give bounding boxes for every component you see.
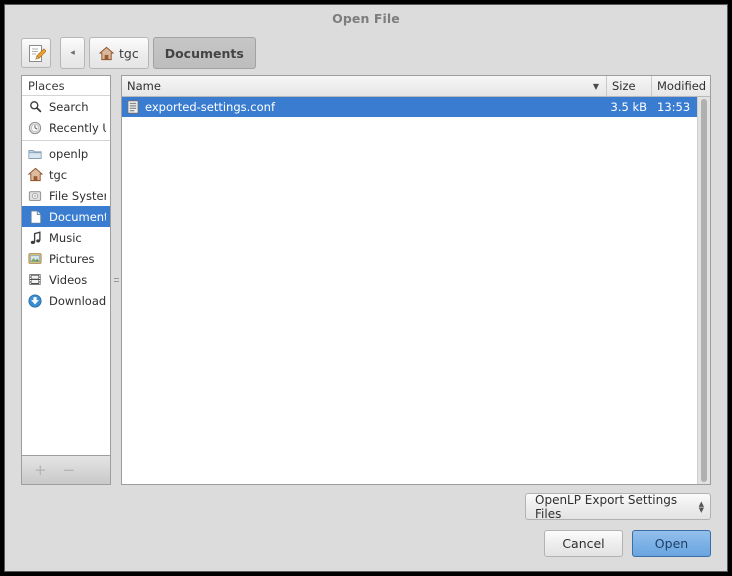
file-list-scrollbar[interactable] [697, 97, 710, 484]
type-a-file-name-button[interactable] [21, 38, 51, 68]
titlebar: Open File [5, 5, 727, 31]
file-name-cell: exported-settings.conf [122, 100, 607, 114]
add-bookmark-button[interactable]: + [34, 461, 47, 479]
column-header-label: Size [612, 79, 636, 93]
scrollbar-thumb[interactable] [701, 99, 707, 482]
sidebar-item-label: Pictures [49, 251, 95, 266]
text-file-icon [127, 100, 139, 114]
sidebar-item-recently-used[interactable]: Recently U... [22, 117, 110, 138]
sidebar-item-music[interactable]: Music [22, 227, 110, 248]
dialog-footer: OpenLP Export Settings Files ▲ ▼ Cancel … [5, 485, 727, 571]
home-icon [99, 46, 114, 61]
column-header-name[interactable]: Name ▼ [122, 76, 607, 96]
sidebar-separator [22, 140, 110, 141]
column-header-label: Modified [657, 79, 707, 93]
splitter-grip-icon [113, 276, 119, 284]
home-icon [27, 167, 43, 183]
places-header: Places [22, 76, 110, 96]
sidebar-item-openlp[interactable]: openlp [22, 143, 110, 164]
sidebar-item-label: tgc [49, 167, 68, 182]
file-size-cell: 3.5 kB [610, 100, 648, 114]
sidebar-item-downloads[interactable]: Downloads [22, 290, 110, 311]
sidebar-item-pictures[interactable]: Pictures [22, 248, 110, 269]
dialog-action-buttons: Cancel Open [544, 530, 711, 557]
cancel-button[interactable]: Cancel [544, 530, 623, 557]
path-button-documents[interactable]: Documents [152, 37, 256, 69]
column-header-modified[interactable]: Modified [652, 76, 710, 96]
open-file-dialog: Open File ◂ tgc Documents Places Search … [4, 4, 728, 572]
file-filter-combobox[interactable]: OpenLP Export Settings Files ▲ ▼ [525, 492, 711, 521]
table-row[interactable]: exported-settings.conf 3.5 kB 13:53 [122, 97, 710, 117]
edit-document-icon [27, 44, 46, 63]
file-list-pane: Name ▼ Size Modified exported-settings.c… [121, 75, 711, 485]
places-footer: + − [21, 455, 111, 485]
sidebar: Places Search Recently openlp tgc File S… [21, 75, 111, 485]
sidebar-item-search[interactable]: Search [22, 96, 110, 117]
sidebar-item-videos[interactable]: Videos [22, 269, 110, 290]
sidebar-item-tgc[interactable]: tgc [22, 164, 110, 185]
music-note-icon [27, 230, 43, 246]
sidebar-item-label: Search [49, 99, 89, 114]
open-button[interactable]: Open [632, 530, 711, 557]
download-icon [27, 293, 43, 309]
sidebar-item-label: Music [49, 230, 82, 245]
recent-icon [27, 120, 43, 136]
column-header-label: Name [127, 79, 161, 93]
sidebar-item-label: Downloads [49, 293, 106, 308]
spinner-arrows-icon: ▲ ▼ [698, 500, 704, 514]
document-icon [27, 209, 43, 225]
chevron-left-icon: ◂ [70, 48, 75, 58]
path-button-label: tgc [119, 45, 139, 61]
window-title: Open File [332, 10, 400, 26]
sidebar-item-file-system[interactable]: File System [22, 185, 110, 206]
drive-icon [27, 188, 43, 204]
film-icon [27, 272, 43, 288]
pictures-icon [27, 251, 43, 267]
path-bar: ◂ tgc Documents [60, 37, 256, 69]
file-name-label: exported-settings.conf [145, 100, 275, 114]
path-button-label: Documents [164, 45, 244, 61]
sidebar-item-label: File System [49, 188, 106, 203]
path-back-button[interactable]: ◂ [60, 37, 85, 69]
search-icon [27, 99, 43, 115]
file-filter-value: OpenLP Export Settings Files [535, 492, 678, 521]
sort-descending-icon: ▼ [592, 81, 599, 91]
toolbar: ◂ tgc Documents [5, 31, 727, 75]
path-button-tgc[interactable]: tgc [89, 37, 149, 69]
sidebar-item-label: openlp [49, 146, 89, 161]
file-list-rows: exported-settings.conf 3.5 kB 13:53 [122, 97, 710, 484]
column-header-size[interactable]: Size [607, 76, 652, 96]
pane-splitter[interactable] [111, 75, 121, 485]
file-list-header: Name ▼ Size Modified [122, 76, 710, 97]
chevron-down-icon: ▼ [698, 505, 704, 514]
sidebar-item-documents[interactable]: Documents [22, 206, 110, 227]
places-list[interactable]: Places Search Recently openlp tgc File S… [21, 75, 111, 455]
sidebar-item-label: Documents [49, 209, 106, 224]
dialog-body: Places Search Recently openlp tgc File S… [5, 75, 727, 485]
sidebar-item-label: Recently U... [49, 120, 106, 135]
sidebar-item-label: Videos [49, 272, 88, 287]
folder-icon [27, 146, 43, 162]
remove-bookmark-button[interactable]: − [63, 461, 76, 479]
